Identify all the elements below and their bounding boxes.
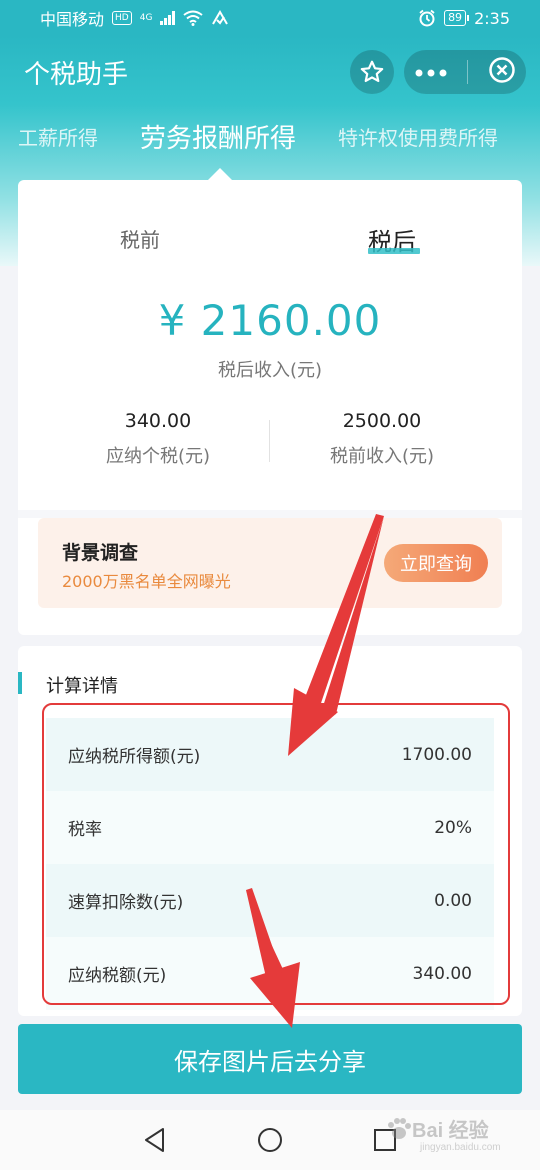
tab-labor-remuneration[interactable]: 劳务报酬所得 [140,118,296,155]
after-tax-amount: ¥ 2160.00 [158,296,382,345]
watermark-text: Bai 经验 [412,1120,489,1142]
watermark-url: jingyan.baidu.com [420,1142,501,1153]
active-tab-pointer [208,168,232,180]
status-right: 89 2:35 [418,9,510,28]
pretax-value: 2500.00 [342,410,422,432]
save-and-share-button[interactable]: 保存图片后去分享 [18,1024,522,1094]
tab-royalty[interactable]: 特许权使用费所得 [338,122,498,151]
promo-banner[interactable]: 背景调查 2000万黑名单全网曝光 立即查询 [38,518,502,608]
tax-label: 应纳个税(元) [105,446,211,467]
stat-divider [269,420,270,462]
card-separator [18,510,522,518]
more-button[interactable] [414,63,448,82]
close-circle-icon [489,57,515,83]
home-nav-icon[interactable] [257,1127,283,1153]
alarm-icon [419,9,435,27]
details-heading: 计算详情 [46,676,118,697]
network-type: 4G [139,13,153,23]
page-title: 个税助手 [24,59,129,90]
signal-icon [160,11,176,25]
status-bar: 中国移动 HD 4G 89 2:35 [0,0,540,36]
data-saver-icon [212,10,229,25]
mini-program-capsule [404,50,526,94]
baidu-watermark: Bai 经验 jingyan.baidu.com [386,1112,536,1164]
promo-subtitle: 2000万黑名单全网曝光 [62,572,231,591]
tax-value: 340.00 [124,410,192,432]
more-dots-icon [415,69,447,76]
star-icon [360,60,384,83]
app-header: 个税助手 [0,36,540,108]
tab-pre-tax[interactable]: 税前 [120,224,160,253]
result-card: 税前 税后 ¥ 2160.00 税后收入(元) 340.00 应纳个税(元) 2… [18,180,522,635]
paw-logo-icon [388,1118,411,1139]
capsule-divider [467,60,469,84]
header-actions [350,50,526,94]
wifi-icon [183,10,204,26]
favorite-button[interactable] [350,50,394,94]
section-accent-bar [18,672,22,694]
tab-salary[interactable]: 工薪所得 [18,122,98,151]
promo-title: 背景调查 [62,542,139,564]
after-tax-amount-label: 税后收入(元) [217,360,323,381]
active-mode-underline [368,248,420,254]
pretax-label: 税前收入(元) [329,446,435,467]
status-left: 中国移动 HD 4G [40,6,229,30]
close-button[interactable] [488,56,516,88]
carrier-name: 中国移动 [40,10,105,29]
battery-icon: 89 [444,10,470,26]
back-nav-icon[interactable] [143,1127,167,1153]
annotation-highlight-box [42,703,510,1005]
income-type-tabs: 工薪所得 劳务报酬所得 特许权使用费所得 [0,108,540,168]
pretax-stat: 2500.00 税前收入(元) [282,410,482,468]
query-now-button[interactable]: 立即查询 [384,544,488,582]
clock: 2:35 [474,8,510,28]
tax-stat: 340.00 应纳个税(元) [58,410,258,468]
hd-badge: HD [112,11,132,25]
